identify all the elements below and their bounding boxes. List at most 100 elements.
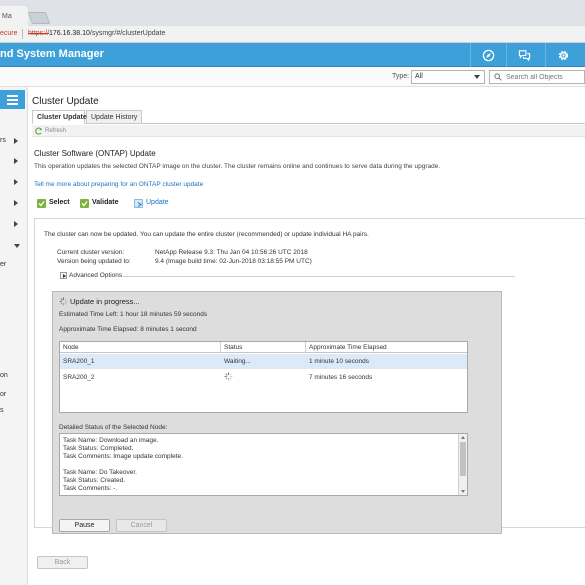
secure-label: ecure xyxy=(0,30,18,37)
compass-button[interactable] xyxy=(470,43,506,67)
sidebar-item[interactable] xyxy=(0,156,27,168)
compass-icon xyxy=(482,49,495,61)
table-row[interactable]: SRA200_2 7 minutes 16 seconds xyxy=(60,370,467,385)
tab-cluster-update[interactable]: Cluster Update xyxy=(32,110,87,124)
page-title: Cluster Update xyxy=(32,96,99,107)
learn-more-link[interactable]: Tell me more about preparing for an ONTA… xyxy=(34,181,203,188)
node-elapsed: 7 minutes 16 seconds xyxy=(309,374,373,381)
chevron-right-icon xyxy=(14,221,18,227)
update-progress-panel: Update in progress... Estimated Time Lef… xyxy=(52,291,502,534)
main-content: Cluster Update Cluster Update Update His… xyxy=(28,87,585,585)
detail-line: Task Name: Download an image. xyxy=(63,437,159,444)
check-icon xyxy=(80,199,89,208)
url-text[interactable]: https://176.16.38.10/sysmgr/#/clusterUpd… xyxy=(28,30,165,37)
current-version-label: Current cluster version: xyxy=(57,249,125,256)
refresh-button[interactable]: Refresh xyxy=(45,128,66,134)
spinner-icon xyxy=(224,372,233,383)
node-elapsed: 1 minute 10 seconds xyxy=(309,358,369,365)
chat-icon xyxy=(518,49,531,61)
search-icon xyxy=(494,73,502,83)
target-version-value: 9.4 (Image build time: 02-Jun-2018 03:18… xyxy=(155,258,312,265)
time-elapsed: Approximate Time Elapsed: 8 minutes 1 se… xyxy=(59,326,197,333)
step-label: Update xyxy=(146,199,169,206)
step-label: Select xyxy=(49,199,70,206)
type-select[interactable]: All xyxy=(411,70,485,84)
section-title: Cluster Software (ONTAP) Update xyxy=(34,149,156,158)
advanced-options-toggle[interactable]: Advanced Options xyxy=(57,271,515,281)
chevron-right-icon xyxy=(14,138,18,144)
node-name: SRA200_1 xyxy=(63,358,95,365)
menu-button[interactable] xyxy=(0,90,25,109)
time-left: Estimated Time Left: 1 hour 18 minutes 5… xyxy=(59,311,208,318)
browser-tab-bar: Ma xyxy=(0,0,585,26)
update-ready-message: The cluster can now be updated. You can … xyxy=(44,231,369,238)
new-tab-button[interactable] xyxy=(27,12,51,24)
search-input[interactable] xyxy=(506,72,584,83)
sidebar-item[interactable]: or xyxy=(0,390,27,402)
detail-line: Task Comments: Image update complete. xyxy=(63,453,183,460)
toolbar-row: Type: All xyxy=(0,67,585,87)
type-label: Type: xyxy=(392,73,410,80)
tab-update-history[interactable]: Update History xyxy=(86,110,142,124)
wizard-steps: Select Validate Update xyxy=(37,198,577,212)
progress-title-text: Update in progress... xyxy=(70,297,140,306)
detail-line: Task Comments: -. xyxy=(63,485,118,492)
section-description: This operation updates the selected ONTA… xyxy=(34,163,441,170)
detail-line: Task Status: Created. xyxy=(63,477,126,484)
sidebar-item[interactable] xyxy=(0,240,27,252)
step-current-icon xyxy=(134,199,143,208)
url-scheme: https:// xyxy=(28,30,50,37)
sidebar-item[interactable]: s xyxy=(0,406,27,418)
chevron-down-icon xyxy=(14,244,20,248)
gear-icon xyxy=(558,50,569,60)
node-name: SRA200_2 xyxy=(63,374,95,381)
address-bar[interactable]: ecure https://176.16.38.10/sysmgr/#/clus… xyxy=(0,26,585,43)
refresh-toolbar: Refresh xyxy=(32,125,585,137)
hamburger-icon xyxy=(7,93,18,107)
scroll-up-icon[interactable] xyxy=(461,436,465,439)
sidebar-item[interactable]: on xyxy=(0,371,27,383)
node-status: Waiting... xyxy=(224,358,251,365)
chevron-right-icon xyxy=(14,179,18,185)
sidebar-item[interactable] xyxy=(0,177,27,189)
cancel-button[interactable]: Cancel xyxy=(116,519,167,532)
url-host: 176.16.38.10 xyxy=(49,30,90,37)
sidebar-item[interactable] xyxy=(0,219,27,231)
settings-button[interactable] xyxy=(545,43,581,67)
sidebar-item[interactable] xyxy=(0,198,27,210)
pause-button[interactable]: Pause xyxy=(59,519,110,532)
scroll-thumb[interactable] xyxy=(460,442,466,476)
node-table: Node Status Approximate Time Elapsed SRA… xyxy=(59,341,468,413)
search-box[interactable] xyxy=(489,70,585,84)
expand-icon xyxy=(60,272,67,279)
step-label: Validate xyxy=(92,199,119,206)
check-icon xyxy=(37,199,46,208)
type-select-value: All xyxy=(415,73,423,80)
spinner-icon xyxy=(59,297,68,308)
sidebar-item[interactable]: rs xyxy=(0,136,27,148)
sidebar: rs er on or s xyxy=(0,87,28,585)
detail-line: Task Name: Do Takeover. xyxy=(63,469,137,476)
detail-scrollbar[interactable] xyxy=(458,434,467,495)
detail-line: Task Status: Completed. xyxy=(63,445,134,452)
app-title: nd System Manager xyxy=(0,48,104,60)
table-row[interactable]: SRA200_1 Waiting... 1 minute 10 seconds xyxy=(60,354,467,369)
tab-divider xyxy=(32,123,585,124)
chevron-right-icon xyxy=(14,200,18,206)
app-header: nd System Manager xyxy=(0,43,585,67)
address-divider xyxy=(22,29,23,39)
current-version-value: NetApp Release 9.3: Thu Jan 04 10:56:26 … xyxy=(155,249,308,256)
column-header-elapsed[interactable]: Approximate Time Elapsed xyxy=(306,342,467,353)
sidebar-item[interactable]: er xyxy=(0,260,27,272)
advanced-options-divider xyxy=(123,276,515,277)
detail-status-textarea[interactable]: Task Name: Download an image. Task Statu… xyxy=(59,433,468,496)
browser-tab[interactable]: Ma xyxy=(0,6,28,26)
refresh-icon[interactable] xyxy=(35,127,43,137)
back-button[interactable]: Back xyxy=(37,556,88,569)
column-header-status[interactable]: Status xyxy=(221,342,306,353)
target-version-label: Version being updated to: xyxy=(57,258,131,265)
advanced-options-label: Advanced Options xyxy=(69,272,123,279)
column-header-node[interactable]: Node xyxy=(60,342,221,353)
chat-button[interactable] xyxy=(506,43,542,67)
scroll-down-icon[interactable] xyxy=(461,490,465,493)
